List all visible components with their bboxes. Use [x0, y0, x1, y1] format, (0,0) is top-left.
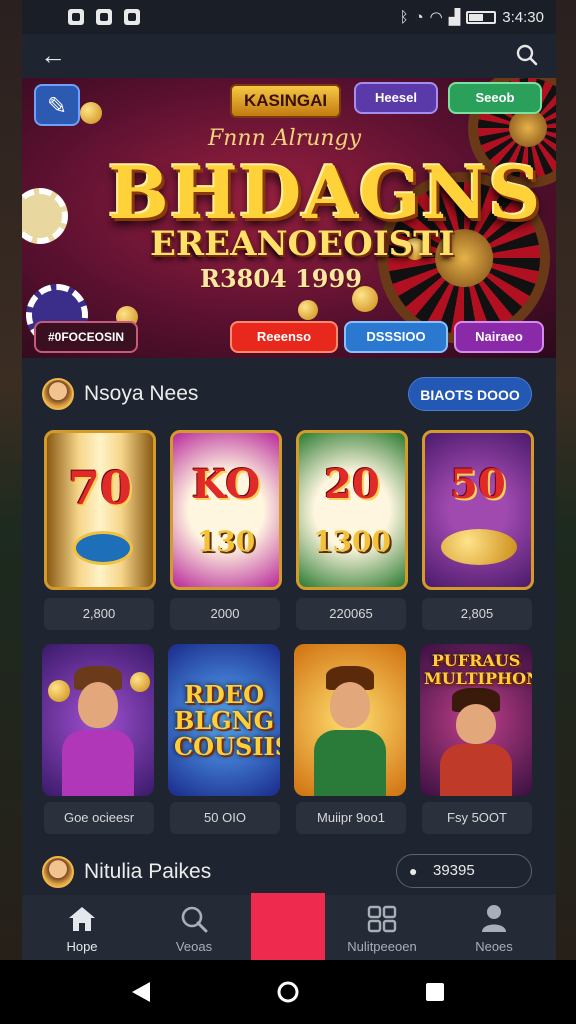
section-title-1: Nsoya Nees — [84, 382, 199, 405]
banner-script-text: Fnnn Alrungy — [208, 126, 362, 151]
likes-count: 39395 — [433, 862, 475, 879]
section-1-button[interactable]: BIAOTS DOOO — [408, 377, 532, 411]
banner-subtitle: EREANOEOISTI — [150, 224, 455, 264]
nav-search[interactable]: Veoas — [144, 895, 244, 960]
tile-price: Fsy 5OOT — [422, 802, 532, 834]
tile-subtitle: 130 — [196, 525, 256, 558]
app-notification-icon — [96, 9, 112, 25]
banner-pill-blue[interactable]: DSSSIOO — [344, 321, 448, 353]
nav-search-label: Veoas — [175, 939, 213, 954]
banner-pill-purple[interactable]: Nairaeo — [454, 321, 544, 353]
phone-screen: ᛒ ◔ ◠ ▟ 3:4:30 ← ✎ KASINGAI Heesel Seeob… — [22, 0, 556, 960]
banner-number: R3804 1999 — [200, 264, 362, 293]
avatar — [42, 856, 74, 888]
search-icon[interactable] — [516, 44, 538, 66]
tile-title: PUFRAUS MULTIPHON — [424, 651, 532, 688]
avatar — [42, 378, 74, 410]
tile-price: Goe ocieesr — [44, 802, 154, 834]
clock: 3:4:30 — [502, 8, 544, 26]
bottom-nav: Hope Veoas Nulitpeeoen Neoes — [22, 893, 556, 960]
banner-pill-green-top[interactable]: Seeob — [448, 82, 542, 114]
tile-price: Muiipr 9oo1 — [296, 802, 406, 834]
status-right: ᛒ ◔ ◠ ▟ 3:4:30 — [399, 8, 544, 27]
banner-pill-red[interactable]: Reeenso — [230, 321, 338, 353]
tile-title: KO — [191, 461, 261, 508]
home-circle-icon[interactable] — [276, 980, 300, 1004]
game-tile[interactable]: 70 — [44, 430, 156, 590]
game-tile[interactable] — [42, 644, 154, 796]
section-title-2: Nitulia Paikes — [84, 860, 212, 883]
chat-icon: ● — [409, 863, 418, 879]
back-arrow-icon[interactable]: ← — [40, 42, 66, 68]
profile-icon — [482, 905, 506, 932]
nav-home[interactable]: Hope — [32, 895, 132, 960]
coin-image — [298, 300, 318, 320]
tile-price: 50 OIO — [170, 802, 280, 834]
background-left — [0, 0, 22, 960]
message-notification-icon — [124, 9, 140, 25]
tile-price: 2,800 — [44, 598, 154, 630]
game-tile[interactable]: PUFRAUS MULTIPHON — [420, 644, 532, 796]
tile-title: 70 — [67, 461, 132, 515]
tile-title: 50 — [450, 461, 506, 508]
home-icon — [69, 907, 95, 931]
back-icon[interactable] — [130, 980, 152, 1004]
game-tile[interactable]: KO 130 — [170, 430, 282, 590]
banner-tag: KASINGAI — [230, 84, 342, 118]
wifi-icon: ◠ — [429, 9, 443, 26]
section-header-2: Nitulia Paikes — [42, 856, 211, 888]
coin-plate-image — [441, 529, 517, 565]
game-tile[interactable]: 50 — [422, 430, 534, 590]
background-right — [556, 0, 576, 960]
nav-featured-button[interactable] — [251, 893, 325, 960]
edit-button[interactable]: ✎ — [34, 84, 80, 126]
nav-profile[interactable]: Neoes — [444, 895, 544, 960]
system-nav-bar — [0, 960, 576, 1024]
banner-pill-left[interactable]: #0FOCEOSIN — [34, 321, 138, 353]
notification-icon — [68, 9, 84, 25]
banner-title: BHDAGNS — [108, 150, 542, 235]
promo-banner[interactable]: ✎ KASINGAI Heesel Seeob Fnnn Alrungy BHD… — [22, 78, 556, 358]
status-bar: ᛒ ◔ ◠ ▟ 3:4:30 — [22, 0, 556, 34]
battery-icon — [466, 10, 497, 24]
tile-price: 2000 — [170, 598, 280, 630]
notification-icons — [68, 9, 140, 25]
bluetooth-icon: ᛒ — [399, 8, 409, 26]
grid-icon — [367, 905, 397, 933]
tile-title: RDEO BLGNG COUSIIS — [174, 680, 280, 761]
tile-price: 220065 — [296, 598, 406, 630]
nav-home-label: Hope — [66, 939, 98, 954]
tile-subtitle: 1300 — [313, 525, 391, 558]
coin-image — [80, 102, 102, 124]
screen: ᛒ ◔ ◠ ▟ 3:4:30 ← ✎ KASINGAI Heesel Seeob… — [0, 0, 576, 1024]
tile-price: 2,805 — [422, 598, 532, 630]
likes-counter[interactable]: ● 39395 — [396, 854, 532, 888]
search-icon — [181, 906, 208, 933]
alarm-icon: ◔ — [414, 8, 424, 26]
game-tile[interactable]: RDEO BLGNG COUSIIS — [168, 644, 280, 796]
app-bar: ← — [22, 34, 556, 78]
tile-symbol — [73, 531, 133, 565]
nav-profile-label: Neoes — [475, 939, 513, 954]
section-header-1: Nsoya Nees — [42, 378, 198, 410]
game-tile[interactable] — [294, 644, 406, 796]
signal-icon: ▟ — [448, 9, 461, 26]
nav-multiplayer[interactable]: Nulitpeeoen — [332, 895, 432, 960]
game-tile[interactable]: 20 1300 — [296, 430, 408, 590]
recents-icon[interactable] — [424, 981, 446, 1003]
nav-multiplayer-label: Nulitpeeoen — [347, 939, 417, 954]
banner-pill-purple-top[interactable]: Heesel — [354, 82, 438, 114]
chip-image — [22, 188, 68, 244]
tile-title: 20 — [324, 461, 380, 508]
